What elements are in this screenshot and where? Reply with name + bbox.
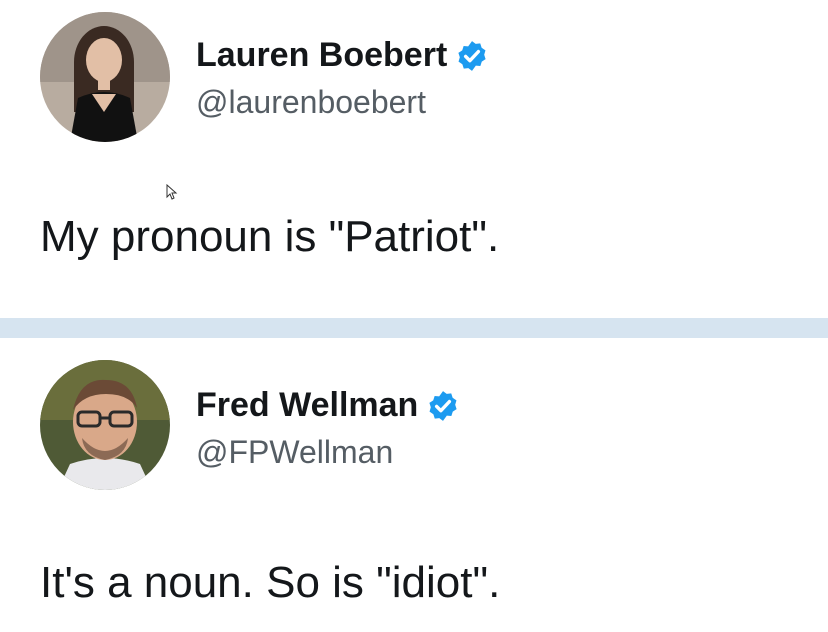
avatar[interactable] <box>40 360 170 490</box>
display-name[interactable]: Lauren Boebert <box>196 36 489 75</box>
verified-badge-icon <box>455 39 489 73</box>
tweet-text: My pronoun is "Patriot". <box>40 212 500 261</box>
display-name-text[interactable]: Fred Wellman <box>196 386 418 425</box>
tweet-card[interactable]: Lauren Boebert @laurenboebert My pronoun… <box>0 0 828 318</box>
tweet-text: It's a noun. So is "idiot". <box>40 558 501 607</box>
tweet-divider <box>0 318 828 338</box>
profile-photo-icon <box>40 360 170 490</box>
user-handle[interactable]: @laurenboebert <box>196 84 426 121</box>
display-name-text[interactable]: Lauren Boebert <box>196 36 447 75</box>
tweet-card[interactable]: Fred Wellman @FPWellman It's a noun. So … <box>0 338 828 632</box>
verified-badge-icon <box>426 389 460 423</box>
avatar[interactable] <box>40 12 170 142</box>
mouse-cursor-icon <box>166 184 178 200</box>
profile-photo-icon <box>40 12 170 142</box>
user-handle[interactable]: @FPWellman <box>196 434 393 471</box>
display-name[interactable]: Fred Wellman <box>196 386 460 425</box>
